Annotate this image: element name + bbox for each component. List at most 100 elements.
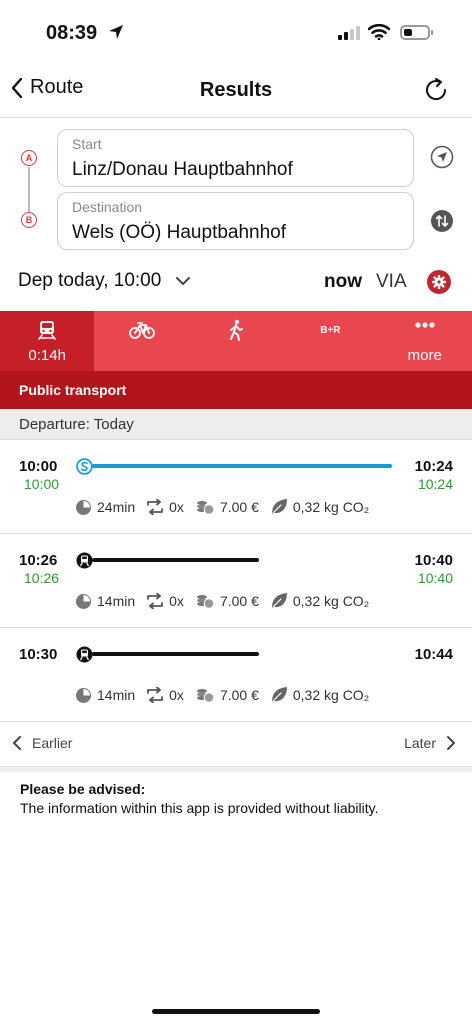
- changes-value: 0x: [169, 499, 184, 515]
- later-label: Later: [404, 735, 436, 751]
- later-button[interactable]: Later: [404, 735, 456, 751]
- arrival-time: 10:40: [414, 552, 453, 569]
- transfer-icon: [147, 593, 164, 609]
- connection-row[interactable]: 10:30 10:44 14min 0x 7.00 € 0,32 kg CO₂: [0, 628, 472, 722]
- back-button-label: Route: [30, 76, 84, 98]
- connection-details: 14min 0x 7.00 € 0,32 kg CO₂: [75, 592, 380, 610]
- arrival-realtime: 10:24: [417, 476, 453, 492]
- duration-value: 14min: [97, 687, 136, 703]
- refresh-icon[interactable]: [422, 76, 450, 104]
- chevron-right-icon: [447, 736, 455, 750]
- price-value: 7.00 €: [219, 687, 259, 703]
- tab-public-transport[interactable]: 0:14h: [0, 311, 95, 371]
- departure-options-row: Dep today, 10:00 now VIA: [0, 262, 472, 302]
- coins-icon: [196, 501, 215, 515]
- home-indicator[interactable]: [152, 1009, 320, 1014]
- departure-time: 10:26: [19, 552, 58, 569]
- arrival-realtime: 10:40: [417, 570, 453, 586]
- tab-walking[interactable]: [189, 311, 283, 371]
- tab-more[interactable]: more: [378, 311, 472, 371]
- section-separator: [0, 767, 472, 772]
- route-line-train: [92, 558, 259, 562]
- tab-bike-and-ride[interactable]: B+R: [283, 311, 377, 371]
- b-r-icon: B+R: [320, 325, 341, 336]
- train-icon: [76, 552, 93, 569]
- train-icon: [38, 321, 56, 340]
- route-line-sbahn: [92, 464, 392, 468]
- connection-row[interactable]: 10:26 10:26 10:40 10:40 14min 0x 7.00 € …: [0, 534, 472, 628]
- location-arrow-icon: [109, 25, 123, 39]
- divider: [0, 117, 472, 118]
- changes-value: 0x: [169, 687, 184, 703]
- duration-value: 14min: [97, 593, 136, 609]
- start-badge: A: [21, 150, 37, 166]
- leaf-icon: [271, 593, 287, 608]
- transport-mode-tabs: 0:14h B+R more: [0, 311, 472, 371]
- co2-value: 0,32 kg CO₂: [292, 687, 370, 703]
- co2-value: 0,32 kg CO₂: [292, 593, 370, 609]
- now-button[interactable]: now: [324, 271, 362, 293]
- departure-realtime: 10:00: [24, 476, 60, 492]
- results-pager: Earlier Later: [0, 722, 472, 767]
- clock-icon: [76, 593, 91, 609]
- destination-badge: B: [21, 212, 37, 228]
- price-value: 7.00 €: [219, 593, 259, 609]
- connection-details: 14min 0x 7.00 € 0,32 kg CO₂: [75, 686, 380, 704]
- arrival-time: 10:44: [414, 646, 453, 663]
- navigation-bar: Route Results: [0, 62, 472, 118]
- status-bar: 08:39: [0, 0, 472, 60]
- swap-stations-icon[interactable]: [430, 209, 454, 233]
- leaf-icon: [271, 499, 287, 514]
- cellular-signal-icon: [338, 26, 360, 40]
- earlier-button[interactable]: Earlier: [12, 735, 72, 751]
- current-location-icon[interactable]: [430, 145, 454, 169]
- duration-value: 24min: [97, 499, 136, 515]
- clock-icon: [76, 499, 91, 515]
- departure-header: Departure: Today: [0, 409, 472, 440]
- walking-icon: [229, 319, 243, 341]
- departure-time: 10:00: [19, 458, 58, 475]
- back-button[interactable]: Route: [10, 76, 83, 99]
- disclaimer-text: The information within this app is provi…: [20, 800, 379, 816]
- start-field-label: Start: [72, 136, 102, 152]
- tab-more-label: more: [407, 347, 442, 364]
- s-bahn-icon: [76, 458, 93, 475]
- disclaimer: Please be advised: The information withi…: [20, 781, 460, 816]
- arrival-time: 10:24: [414, 458, 453, 475]
- route-connector-line: [28, 167, 30, 212]
- status-time: 08:39: [46, 22, 98, 44]
- clock-icon: [76, 687, 91, 703]
- departure-time: 10:30: [19, 646, 58, 663]
- wifi-icon: [368, 24, 390, 40]
- destination-field-label: Destination: [72, 199, 143, 215]
- section-title: Public transport: [0, 371, 472, 409]
- co2-value: 0,32 kg CO₂: [292, 499, 370, 515]
- transfer-icon: [147, 499, 164, 515]
- destination-field[interactable]: Destination Wels (OÖ) Hauptbahnhof: [57, 192, 414, 250]
- coins-icon: [196, 595, 215, 609]
- start-field-value: Linz/Donau Hauptbahnhof: [72, 159, 293, 180]
- transfer-icon: [147, 687, 164, 703]
- train-icon: [76, 646, 93, 663]
- start-field[interactable]: Start Linz/Donau Hauptbahnhof: [57, 129, 414, 187]
- departure-time-label: Dep today, 10:00: [18, 270, 162, 291]
- more-dots-icon: [415, 322, 435, 328]
- tab-bicycle[interactable]: [94, 311, 188, 371]
- route-line-train: [92, 652, 259, 656]
- gear-icon: [432, 275, 446, 289]
- departure-time-selector[interactable]: Dep today, 10:00: [18, 270, 191, 292]
- chevron-down-icon: [176, 277, 191, 285]
- connection-row[interactable]: 10:00 10:00 10:24 10:24 24min 0x 7.00 € …: [0, 440, 472, 534]
- settings-button[interactable]: [427, 270, 451, 294]
- battery-icon: [400, 25, 433, 40]
- via-button[interactable]: VIA: [376, 271, 407, 293]
- price-value: 7.00 €: [219, 499, 259, 515]
- bicycle-icon: [128, 322, 155, 339]
- earlier-label: Earlier: [32, 735, 73, 751]
- destination-field-value: Wels (OÖ) Hauptbahnhof: [72, 222, 287, 243]
- changes-value: 0x: [169, 593, 184, 609]
- disclaimer-heading: Please be advised:: [20, 781, 146, 797]
- connection-details: 24min 0x 7.00 € 0,32 kg CO₂: [75, 498, 380, 516]
- tab-public-transport-duration: 0:14h: [28, 347, 66, 364]
- chevron-left-icon: [13, 736, 21, 750]
